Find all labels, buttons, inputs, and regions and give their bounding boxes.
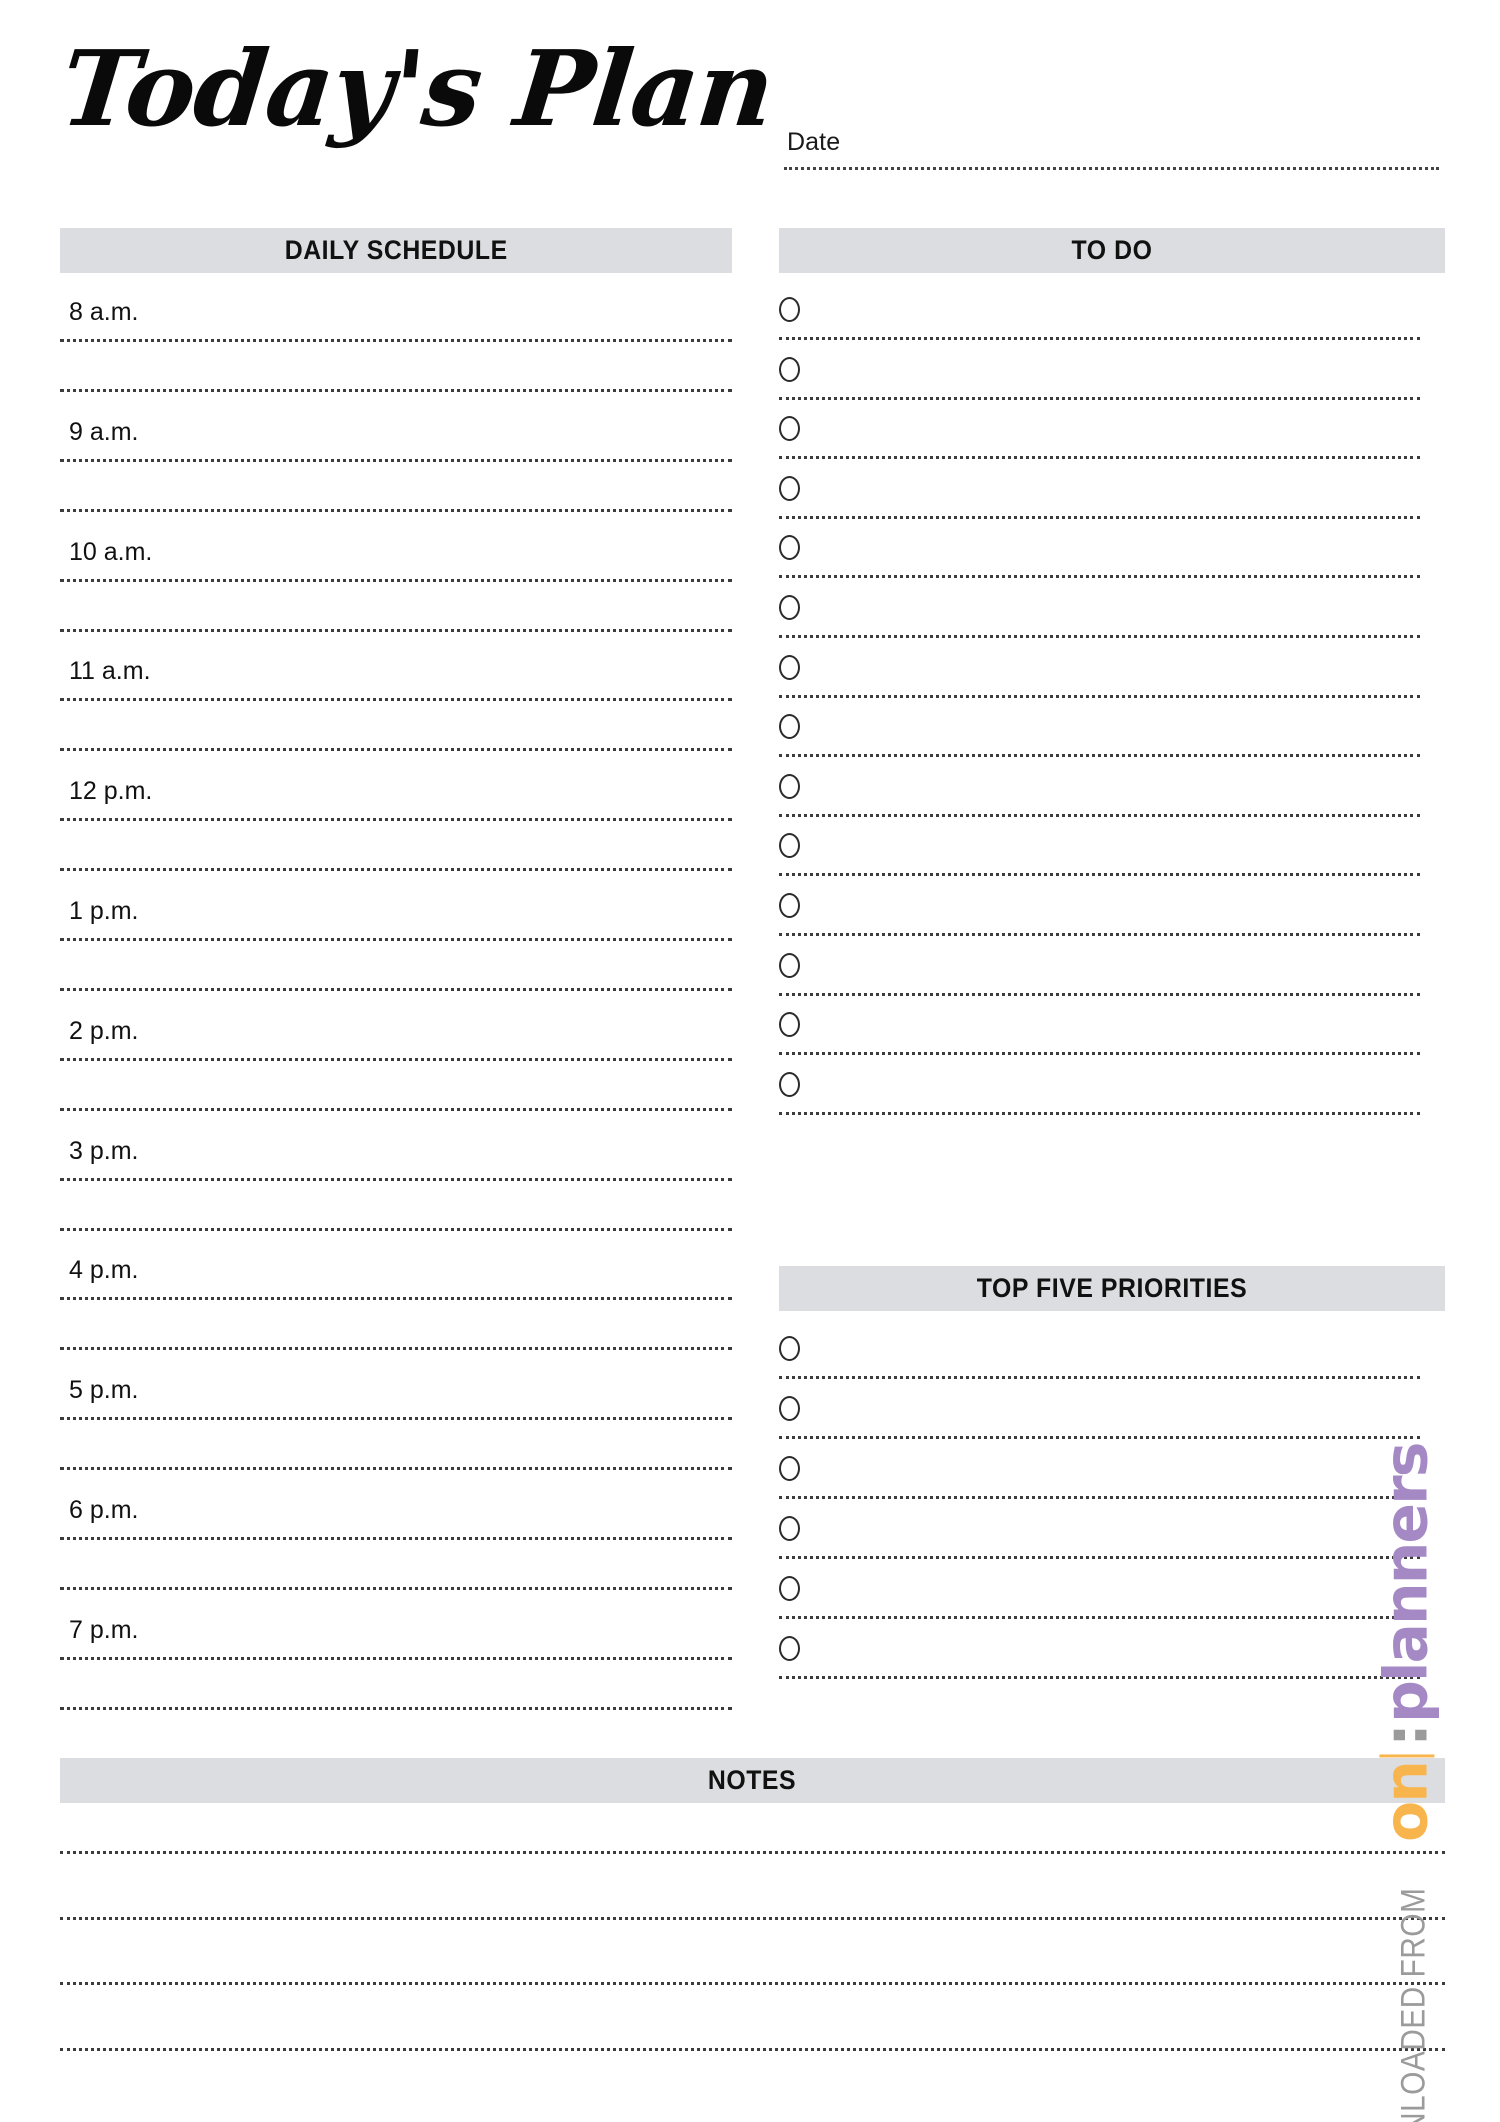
todo-checkbox-icon[interactable] [779,297,800,322]
todo-write-line[interactable] [779,396,1420,400]
todo-write-line[interactable] [779,456,1420,460]
date-write-line[interactable] [784,167,1439,170]
todo-checkbox-icon[interactable] [779,714,800,740]
todo-write-line[interactable] [779,515,1420,519]
priority-checkbox-icon[interactable] [779,1576,800,1601]
date-field[interactable]: Date [784,130,1444,170]
schedule-hour-write-line[interactable] [60,938,732,941]
notes-write-line[interactable] [60,2047,1445,2051]
schedule-hour-write-line[interactable] [60,1057,732,1061]
todo-header: TO DO [779,228,1445,273]
schedule-halfhour-write-line[interactable] [60,508,732,512]
priority-checkbox-icon[interactable] [779,1456,800,1481]
schedule-halfhour-write-line[interactable] [60,748,732,752]
todo-checkbox-icon[interactable] [779,773,800,799]
priority-write-line[interactable] [779,1556,1420,1559]
schedule-halfhour-write-line[interactable] [60,1706,732,1710]
priority-write-line[interactable] [779,1376,1420,1379]
priority-checkbox-icon[interactable] [779,1636,800,1661]
schedule-halfhour-write-line[interactable] [60,389,732,392]
schedule-hour-label: 8 a.m. [69,298,139,326]
schedule-hour-write-line[interactable] [60,1177,732,1181]
todo-checkbox-icon[interactable] [779,475,800,501]
schedule-hour-label: 10 a.m. [69,537,153,566]
schedule-hour-label: 4 p.m. [69,1256,139,1285]
schedule-hour-write-line[interactable] [60,818,732,822]
todo-write-line[interactable] [779,337,1420,340]
onplanners-watermark: DOWNLOADED FROM on : planners [1322,1444,1492,2122]
schedule-hour-write-line[interactable] [60,578,732,582]
schedule-hour-label: 6 p.m. [69,1496,139,1524]
todo-checkbox-icon[interactable] [779,595,800,620]
todo-checkbox-icon[interactable] [779,535,800,561]
page-header: Today's Plan Date [0,0,1500,225]
priority-write-line[interactable] [779,1496,1420,1499]
schedule-halfhour-write-line[interactable] [60,1587,732,1590]
schedule-halfhour-write-line[interactable] [60,988,732,991]
schedule-hour-write-line[interactable] [60,1417,732,1421]
watermark-downloaded-from-text: DOWNLOADED FROM [1394,1887,1433,2122]
schedule-hour-label: 3 p.m. [69,1136,139,1165]
todo-heading: TO DO [1071,235,1153,265]
schedule-halfhour-write-line[interactable] [60,1347,732,1351]
todo-write-line[interactable] [779,873,1420,877]
schedule-hour-label: 12 p.m. [69,777,153,806]
priority-write-line[interactable] [779,1436,1420,1439]
schedule-halfhour-write-line[interactable] [60,628,732,632]
notes-write-line[interactable] [60,1982,1445,1985]
schedule-hour-write-line[interactable] [60,458,732,462]
todo-write-line[interactable] [779,1111,1420,1115]
schedule-hour-write-line[interactable] [60,339,732,342]
todo-checkbox-icon[interactable] [779,356,800,382]
todo-checkbox-icon[interactable] [779,416,800,442]
todo-write-line[interactable] [779,933,1420,936]
priority-write-line[interactable] [779,1676,1420,1679]
schedule-hour-write-line[interactable] [60,1537,732,1540]
daily-schedule-heading: DAILY SCHEDULE [284,235,508,265]
page-title: Today's Plan [55,27,780,150]
todo-write-line[interactable] [779,635,1420,638]
schedule-hour-label: 1 p.m. [69,897,139,925]
schedule-halfhour-write-line[interactable] [60,868,732,872]
schedule-halfhour-write-line[interactable] [60,1227,732,1231]
priority-checkbox-icon[interactable] [779,1396,800,1421]
logo-planners-text: planners [1371,1443,1442,1723]
daily-schedule-header: DAILY SCHEDULE [60,228,732,273]
daily-planner-page: Today's Plan Date DAILY SCHEDULE 8 a.m. 9… [0,0,1500,2122]
priorities-header: TOP FIVE PRIORITIES [779,1266,1445,1311]
notes-write-line[interactable] [60,1851,1445,1854]
schedule-hour-label: 9 a.m. [69,417,139,446]
schedule-halfhour-write-line[interactable] [60,1467,732,1471]
schedule-hour-write-line[interactable] [60,698,732,702]
schedule-hour-label: 7 p.m. [69,1615,139,1644]
todo-write-line[interactable] [779,813,1420,817]
date-label: Date [787,128,841,156]
priority-write-line[interactable] [779,1616,1420,1619]
todo-checkbox-icon[interactable] [779,654,800,680]
schedule-hour-write-line[interactable] [60,1297,732,1301]
todo-checkbox-icon[interactable] [779,1012,800,1038]
todo-checkbox-icon[interactable] [779,833,800,859]
notes-heading: NOTES [708,1765,797,1795]
todo-write-line[interactable] [779,992,1420,996]
schedule-hour-write-line[interactable] [60,1656,732,1660]
schedule-hour-label: 11 a.m. [69,657,151,686]
todo-write-line[interactable] [779,575,1420,579]
todo-checkbox-icon[interactable] [779,893,800,918]
schedule-halfhour-write-line[interactable] [60,1107,732,1111]
priorities-heading: TOP FIVE PRIORITIES [976,1273,1248,1303]
todo-write-line[interactable] [779,1052,1420,1056]
todo-checkbox-icon[interactable] [779,1071,800,1097]
priority-checkbox-icon[interactable] [779,1336,800,1361]
todo-write-line[interactable] [779,694,1420,698]
notes-write-line[interactable] [60,1916,1445,1920]
logo-colon-icon: : [1371,1725,1442,1747]
todo-checkbox-icon[interactable] [779,952,800,978]
priority-checkbox-icon[interactable] [779,1516,800,1541]
schedule-hour-label: 5 p.m. [69,1376,139,1405]
schedule-hour-label: 2 p.m. [69,1016,139,1045]
todo-write-line[interactable] [779,754,1420,758]
notes-header: NOTES [60,1758,1445,1803]
